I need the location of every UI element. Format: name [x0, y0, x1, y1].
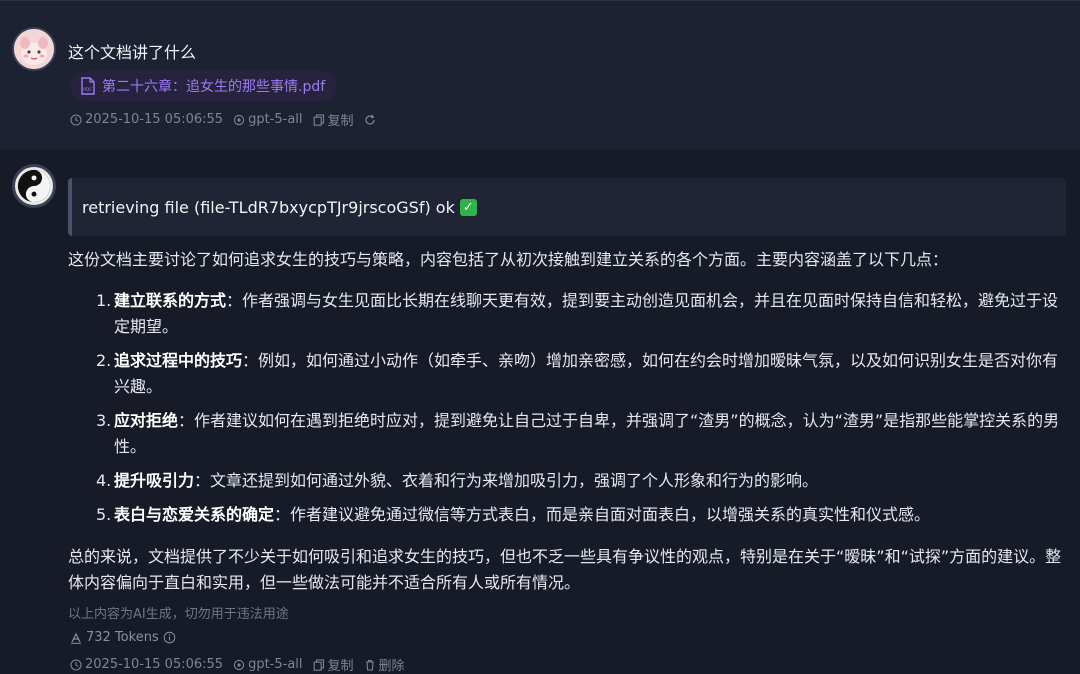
- list-number: 2.: [96, 351, 112, 370]
- key-points-list: 1. 建立联系的方式：作者强调与女生见面比长期在线聊天更有效，提到要主动创造见面…: [96, 288, 1071, 536]
- info-icon[interactable]: [163, 631, 176, 644]
- list-number: 5.: [96, 505, 112, 524]
- copy-icon: [313, 658, 324, 671]
- timestamp-text: 2025-10-15 05:06:55: [85, 112, 224, 127]
- ai-avatar[interactable]: [12, 164, 56, 208]
- list-number: 1.: [96, 291, 112, 310]
- delete-label: 删除: [378, 659, 405, 674]
- retrieval-status-text: retrieving file (file-TLdR7bxycpTJr9jrsc…: [82, 197, 455, 217]
- ai-message-meta: 2025-10-15 05:06:55 gpt-5-all 复制 删除: [70, 655, 405, 674]
- user-message-text: 这个文档讲了什么: [68, 43, 197, 62]
- yin-yang-icon: [17, 169, 51, 203]
- point-title: 提升吸引力: [114, 471, 195, 490]
- copy-icon: [313, 113, 324, 126]
- pdf-attachment-chip[interactable]: PDF 第二十六章：追女生的那些事情.pdf: [70, 71, 338, 101]
- user-message-block: 这个文档讲了什么 PDF 第二十六章：追女生的那些事情.pdf 2025-10-…: [0, 0, 1080, 150]
- answer-intro: 这份文档主要讨论了如何追求女生的技巧与策略，内容包括了从初次接触到建立关系的各个…: [68, 250, 949, 269]
- delete-button[interactable]: 删除: [364, 655, 405, 674]
- refresh-icon: [365, 114, 375, 125]
- user-avatar[interactable]: [12, 27, 56, 71]
- point-body: ：作者强调与女生见面比长期在线聊天更有效，提到要主动创造见面机会，并且在见面时保…: [114, 291, 1059, 336]
- svg-text:PDF: PDF: [83, 87, 92, 93]
- user-message-meta: 2025-10-15 05:06:55 gpt-5-all 复制: [70, 110, 376, 129]
- point-title: 表白与恋爱关系的确定: [114, 505, 275, 524]
- attachment-filename: 第二十六章：追女生的那些事情.pdf: [102, 79, 326, 95]
- copy-button[interactable]: 复制: [313, 110, 354, 129]
- answer-summary: 总的来说，文档提供了不少关于如何吸引和追求女生的技巧，但也不乏一些具有争议性的观…: [68, 547, 1062, 592]
- clock-icon: [70, 113, 82, 126]
- list-number: 3.: [96, 411, 112, 430]
- timestamp: 2025-10-15 05:06:55: [70, 112, 223, 127]
- token-count-text: 732 Tokens: [86, 630, 159, 645]
- model-name: gpt-5-all: [248, 657, 303, 672]
- list-number: 4.: [96, 471, 112, 490]
- ai-disclaimer: 以上内容为AI生成，切勿用于违法用途: [68, 607, 289, 622]
- point-body: ：作者建议如何在遇到拒绝时应对，提到避免让自己过于自卑，并强调了“渣男”的概念，…: [114, 411, 1060, 456]
- model-icon: [233, 114, 245, 125]
- point-body: ：文章还提到如何通过外貌、衣着和行为来增加吸引力，强调了个人形象和行为的影响。: [194, 471, 819, 490]
- list-item: 4. 提升吸引力：文章还提到如何通过外貌、衣着和行为来增加吸引力，强调了个人形象…: [96, 468, 1071, 494]
- token-count: 732 Tokens: [70, 630, 176, 645]
- clock-icon: [70, 658, 82, 671]
- list-item: 3. 应对拒绝：作者建议如何在遇到拒绝时应对，提到避免让自己过于自卑，并强调了“…: [96, 408, 1071, 460]
- point-title: 追求过程中的技巧: [114, 351, 243, 370]
- point-title: 应对拒绝: [114, 411, 179, 430]
- copy-button[interactable]: 复制: [313, 655, 354, 674]
- list-item: 5. 表白与恋爱关系的确定：作者建议避免通过微信等方式表白，而是亲自面对面表白，…: [96, 502, 1071, 528]
- point-body: ：作者建议避免通过微信等方式表白，而是亲自面对面表白，以增强关系的真实性和仪式感…: [274, 505, 931, 524]
- retrieval-status-quote: retrieving file (file-TLdR7bxycpTJr9jrsc…: [68, 178, 1066, 236]
- token-icon: [71, 632, 81, 644]
- timestamp-text: 2025-10-15 05:06:55: [85, 657, 224, 672]
- copy-label: 复制: [327, 114, 354, 129]
- model-icon: [233, 659, 245, 670]
- timestamp: 2025-10-15 05:06:55: [70, 657, 223, 672]
- check-mark-icon: ✓: [459, 198, 477, 216]
- copy-label: 复制: [327, 659, 354, 674]
- point-title: 建立联系的方式: [114, 291, 227, 310]
- model-name: gpt-5-all: [248, 112, 303, 127]
- point-body: ：例如，如何通过小动作（如牵手、亲吻）增加亲密感，如何在约会时增加暧昧气氛，以及…: [114, 351, 1059, 396]
- regenerate-button[interactable]: [364, 114, 376, 126]
- model-tag: gpt-5-all: [233, 657, 303, 672]
- list-item: 2. 追求过程中的技巧：例如，如何通过小动作（如牵手、亲吻）增加亲密感，如何在约…: [96, 348, 1071, 400]
- pdf-file-icon: PDF: [81, 77, 95, 95]
- model-tag: gpt-5-all: [233, 112, 303, 127]
- list-item: 1. 建立联系的方式：作者强调与女生见面比长期在线聊天更有效，提到要主动创造见面…: [96, 288, 1071, 340]
- trash-icon: [365, 659, 374, 671]
